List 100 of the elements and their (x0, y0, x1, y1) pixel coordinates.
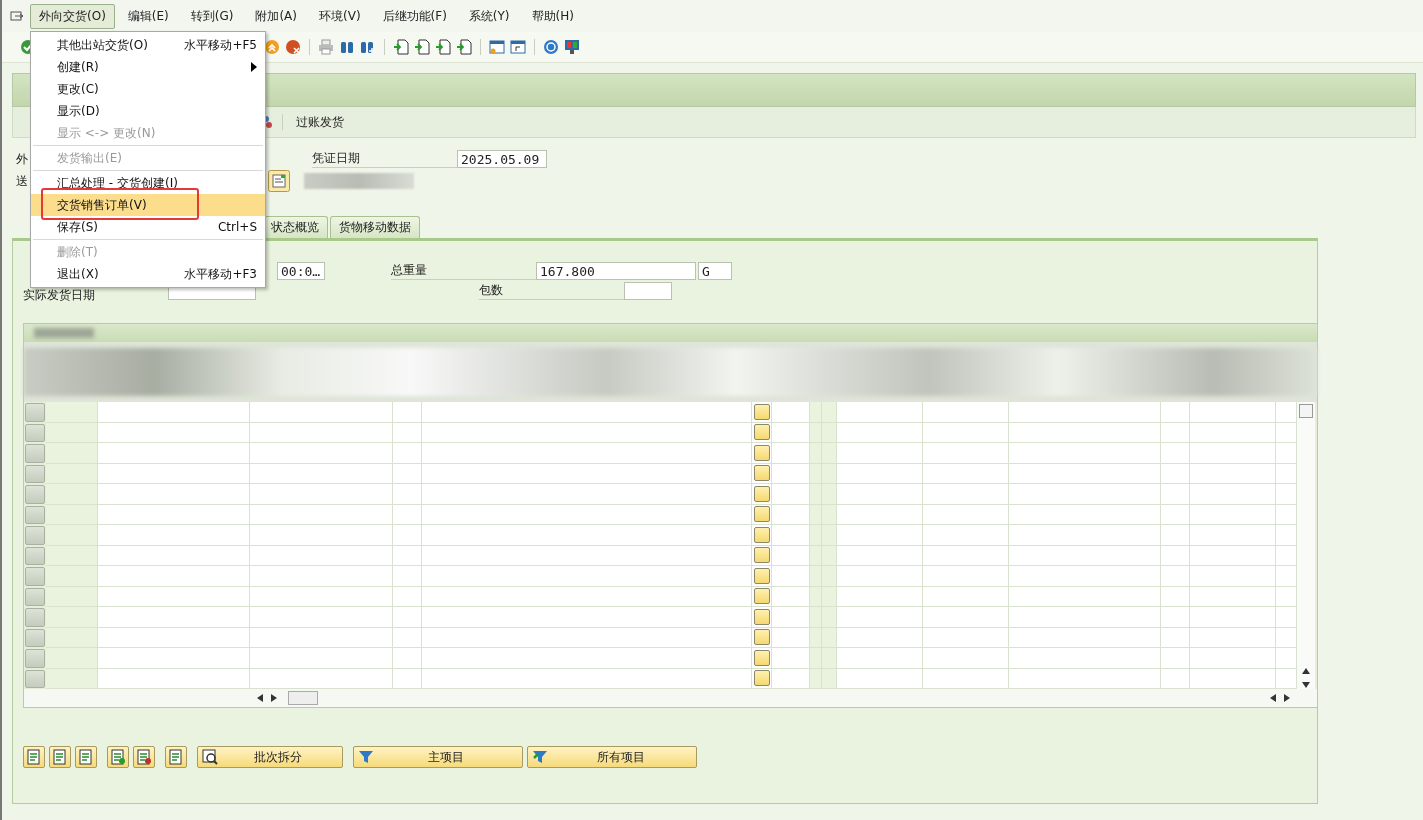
page-arrow-icon[interactable] (414, 39, 430, 55)
unit-field[interactable]: G (698, 262, 732, 280)
row-selector[interactable] (25, 669, 45, 688)
table-cell (822, 463, 837, 484)
table-cell (822, 668, 837, 689)
table-cell (393, 484, 422, 505)
scroll-thumb[interactable] (288, 691, 318, 705)
menu-bar-item[interactable]: 附加(A) (246, 3, 306, 29)
menu-bar-item[interactable]: 外向交货(O) (30, 3, 115, 29)
table-cell (1161, 648, 1190, 669)
window-shortcut-icon[interactable] (510, 39, 526, 55)
table-cell (810, 586, 822, 607)
table-cell (46, 484, 98, 505)
detail-button[interactable] (23, 746, 45, 768)
table-cell (810, 525, 822, 546)
page-arrow-icon[interactable] (393, 39, 409, 55)
table-cell (810, 566, 822, 587)
table-cell (810, 648, 822, 669)
menu-bar-item[interactable]: 系统(Y) (459, 3, 519, 29)
table-cell (1161, 504, 1190, 525)
menu-bar-item[interactable]: 帮助(H) (522, 3, 583, 29)
table-cell (46, 607, 98, 628)
menu-item[interactable]: 其他出站交货(O) 水平移动+F5 (31, 34, 265, 56)
filter-icon (532, 749, 550, 765)
table-cell (822, 504, 837, 525)
menu-bar-item[interactable]: 转到(G) (181, 3, 243, 29)
row-selector[interactable] (25, 505, 45, 524)
add-row-button[interactable] (107, 746, 129, 768)
table-cell (393, 422, 422, 443)
table-cell (810, 463, 822, 484)
del-row-button[interactable] (133, 746, 155, 768)
field-label: 实际发货日期 (23, 286, 96, 304)
toolbar-button[interactable]: 所有项目 (527, 746, 697, 768)
tab[interactable]: 货物移动数据 (330, 216, 420, 238)
menu-item[interactable]: 交货销售订单(V) (31, 194, 265, 216)
scroll-box-icon[interactable] (1299, 404, 1313, 418)
time-field[interactable]: 00:0… (277, 262, 325, 280)
row-selector[interactable] (25, 464, 45, 483)
menu-item[interactable]: 更改(C) (31, 78, 265, 100)
table-cell (46, 422, 98, 443)
table-cell (46, 668, 98, 689)
toolbar-button[interactable]: 批次拆分 (197, 746, 343, 768)
toolbar-button[interactable]: 主项目 (353, 746, 523, 768)
document-icon[interactable] (268, 170, 290, 192)
field-label: 外 (16, 150, 29, 168)
sel-all-button[interactable] (49, 746, 71, 768)
table-cell (822, 586, 837, 607)
new-window-icon[interactable] (489, 39, 505, 55)
table-cell (822, 525, 837, 546)
table-cell (393, 566, 422, 587)
row-selector[interactable] (25, 546, 45, 565)
date-field[interactable]: 2025.05.09 (457, 150, 547, 168)
table-cell (810, 627, 822, 648)
table-cell (810, 422, 822, 443)
scroll-right-icon[interactable] (1283, 693, 1291, 703)
table-cell (46, 504, 98, 525)
row-selector[interactable] (25, 423, 45, 442)
insert-button[interactable] (165, 746, 187, 768)
scroll-left-icon[interactable] (1269, 693, 1277, 703)
packages-field[interactable] (624, 282, 672, 300)
table-cell (1161, 545, 1190, 566)
scroll-left-icon[interactable] (256, 693, 264, 703)
table-cell (810, 504, 822, 525)
table-cell (46, 648, 98, 669)
window-menu-icon[interactable] (10, 10, 24, 22)
scroll-up-icon[interactable] (1301, 667, 1311, 675)
magnifier-icon (202, 749, 218, 765)
filter-icon (358, 749, 374, 765)
close-icon[interactable] (285, 39, 301, 55)
table-cell (393, 648, 422, 669)
page-arrow-icon[interactable] (435, 39, 451, 55)
menu-item[interactable]: 创建(R) (31, 56, 265, 78)
desel-button[interactable] (75, 746, 97, 768)
menu-bar-item[interactable]: 环境(V) (310, 3, 370, 29)
table-cell (46, 525, 98, 546)
table-cell (1161, 422, 1190, 443)
submenu-arrow-icon (251, 62, 257, 72)
row-selector[interactable] (25, 628, 45, 647)
table-cell (46, 545, 98, 566)
row-selector[interactable] (25, 587, 45, 606)
menu-item[interactable]: 保存(S) Ctrl+S (31, 216, 265, 238)
table-cell (810, 443, 822, 464)
scroll-right-icon[interactable] (270, 693, 278, 703)
printer-icon[interactable] (318, 39, 334, 55)
menu-item[interactable]: 退出(X) 水平移动+F3 (31, 263, 265, 285)
post-goods-issue-button[interactable]: 过账发货 (292, 111, 348, 133)
menu-bar-item[interactable]: 后继功能(F) (373, 3, 456, 29)
table-cell (1161, 463, 1190, 484)
table-cell (810, 545, 822, 566)
monitor-icon[interactable] (564, 39, 580, 55)
menu-item[interactable]: 显示(D) (31, 100, 265, 122)
table-cell (393, 525, 422, 546)
menu-bar-item[interactable]: 编辑(E) (118, 3, 178, 29)
table-cell (810, 607, 822, 628)
table-cell (822, 607, 837, 628)
table-cell (822, 422, 837, 443)
page-arrow-icon[interactable] (456, 39, 472, 55)
table-cell (1161, 525, 1190, 546)
weight-field[interactable]: 167.800 (536, 262, 696, 280)
table-cell (810, 668, 822, 689)
